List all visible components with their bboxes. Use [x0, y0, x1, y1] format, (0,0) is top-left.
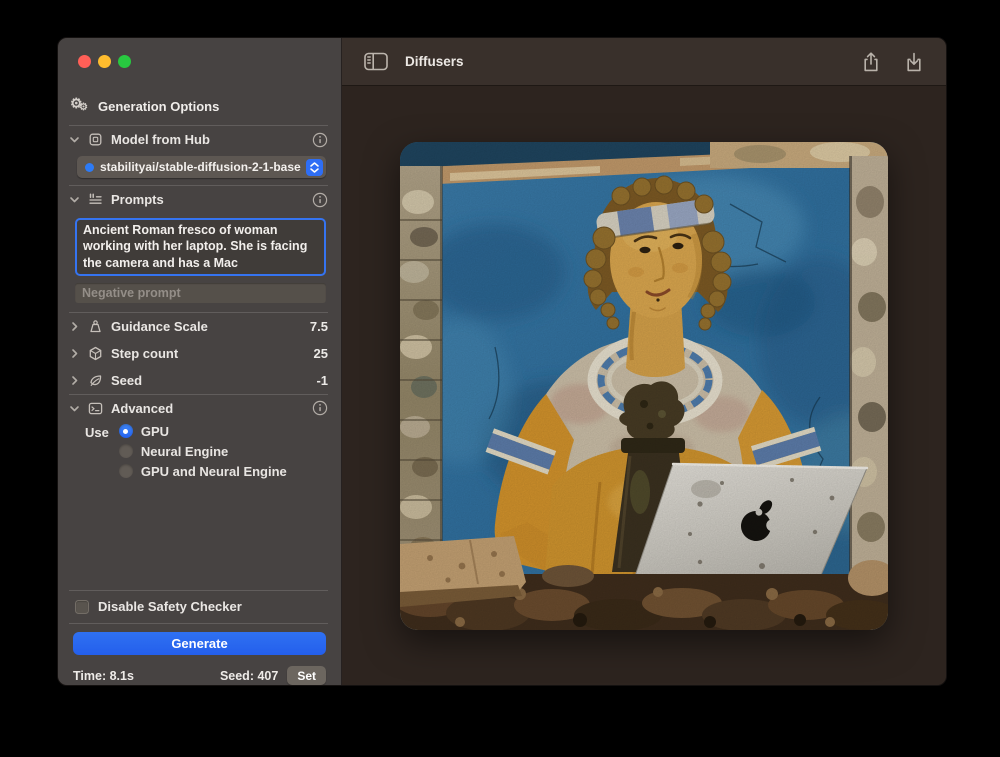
info-icon[interactable] [312, 400, 328, 416]
radio-neural-engine[interactable]: Neural Engine [119, 444, 287, 459]
chevron-down-icon[interactable] [69, 403, 80, 414]
cube-icon [87, 345, 104, 362]
sidebar-toggle-icon[interactable] [364, 52, 388, 71]
model-status-dot [85, 163, 94, 172]
radio-gpu[interactable]: GPU [119, 424, 287, 439]
guidance-scale-label: Guidance Scale [111, 319, 208, 334]
negative-prompt-input[interactable] [75, 283, 326, 303]
cpu-chip-icon [87, 131, 104, 148]
gears-icon: ⚙⚙ [70, 97, 90, 115]
scale-mass-icon [87, 318, 104, 335]
fresco-illustration [400, 142, 888, 630]
window-controls [58, 38, 341, 85]
sidebar-title: Generation Options [98, 99, 219, 114]
use-label: Use [85, 424, 109, 479]
generated-image[interactable] [400, 142, 888, 630]
radio-button-icon[interactable] [119, 444, 133, 458]
radio-button-icon[interactable] [119, 464, 133, 478]
sidebar: ⚙⚙ Generation Options Model from Hub sta… [58, 38, 342, 685]
terminal-icon [87, 400, 104, 417]
prompt-input[interactable]: Ancient Roman fresco of woman working wi… [75, 218, 326, 276]
seed-label: Seed [111, 373, 142, 388]
chevron-down-icon[interactable] [69, 194, 80, 205]
radio-gpu-and-neural-engine[interactable]: GPU and Neural Engine [119, 464, 287, 479]
leaf-icon [87, 372, 104, 389]
minimize-button[interactable] [98, 55, 111, 68]
advanced-section-label: Advanced [111, 401, 173, 416]
radio-gpu-and-neural-engine-label: GPU and Neural Engine [141, 464, 287, 479]
zoom-button[interactable] [118, 55, 131, 68]
select-stepper-icon[interactable] [306, 159, 323, 176]
status-bar: Time: 8.1s Seed: 407 Set [73, 666, 326, 685]
main-area: Diffusers [342, 38, 946, 685]
seed-value: -1 [316, 373, 328, 388]
canvas-area [342, 86, 946, 685]
set-seed-button[interactable]: Set [287, 666, 326, 685]
model-select[interactable]: stabilityai/stable-diffusion-2-1-base [77, 156, 326, 178]
chevron-right-icon[interactable] [69, 321, 80, 332]
model-section-label: Model from Hub [111, 132, 210, 147]
chevron-right-icon[interactable] [69, 348, 80, 359]
time-status: Time: 8.1s [73, 669, 134, 683]
chevron-right-icon[interactable] [69, 375, 80, 386]
info-icon[interactable] [312, 192, 328, 208]
guidance-scale-row[interactable]: Guidance Scale 7.5 [69, 313, 328, 340]
share-icon[interactable] [861, 51, 881, 73]
generate-button[interactable]: Generate [73, 632, 326, 655]
prompts-section-row[interactable]: Prompts [69, 186, 328, 213]
seed-row[interactable]: Seed -1 [69, 367, 328, 394]
divider [69, 590, 328, 591]
text-quote-icon [87, 191, 104, 208]
advanced-section-row[interactable]: Advanced [69, 395, 328, 422]
app-window: ⚙⚙ Generation Options Model from Hub sta… [57, 37, 947, 686]
disable-safety-checker-row[interactable]: Disable Safety Checker [75, 599, 328, 614]
step-count-row[interactable]: Step count 25 [69, 340, 328, 367]
close-button[interactable] [78, 55, 91, 68]
divider [69, 623, 328, 624]
prompts-section-label: Prompts [111, 192, 164, 207]
step-count-label: Step count [111, 346, 178, 361]
radio-gpu-label: GPU [141, 424, 169, 439]
checkbox-icon[interactable] [75, 600, 89, 614]
compute-unit-group: Use GPU Neural Engine GPU and Neural Eng… [85, 424, 328, 479]
chevron-down-icon[interactable] [69, 134, 80, 145]
save-icon[interactable] [904, 51, 924, 73]
titlebar: Diffusers [342, 38, 946, 86]
disable-safety-checker-label: Disable Safety Checker [98, 599, 242, 614]
window-title: Diffusers [405, 54, 464, 69]
info-icon[interactable] [312, 132, 328, 148]
guidance-scale-value: 7.5 [310, 319, 328, 334]
sidebar-header: ⚙⚙ Generation Options [70, 97, 328, 115]
step-count-value: 25 [314, 346, 328, 361]
model-select-value: stabilityai/stable-diffusion-2-1-base [100, 160, 306, 174]
seed-status: Seed: 407 [220, 669, 278, 683]
radio-neural-engine-label: Neural Engine [141, 444, 228, 459]
model-section-row[interactable]: Model from Hub [69, 126, 328, 153]
radio-button-icon[interactable] [119, 424, 133, 438]
